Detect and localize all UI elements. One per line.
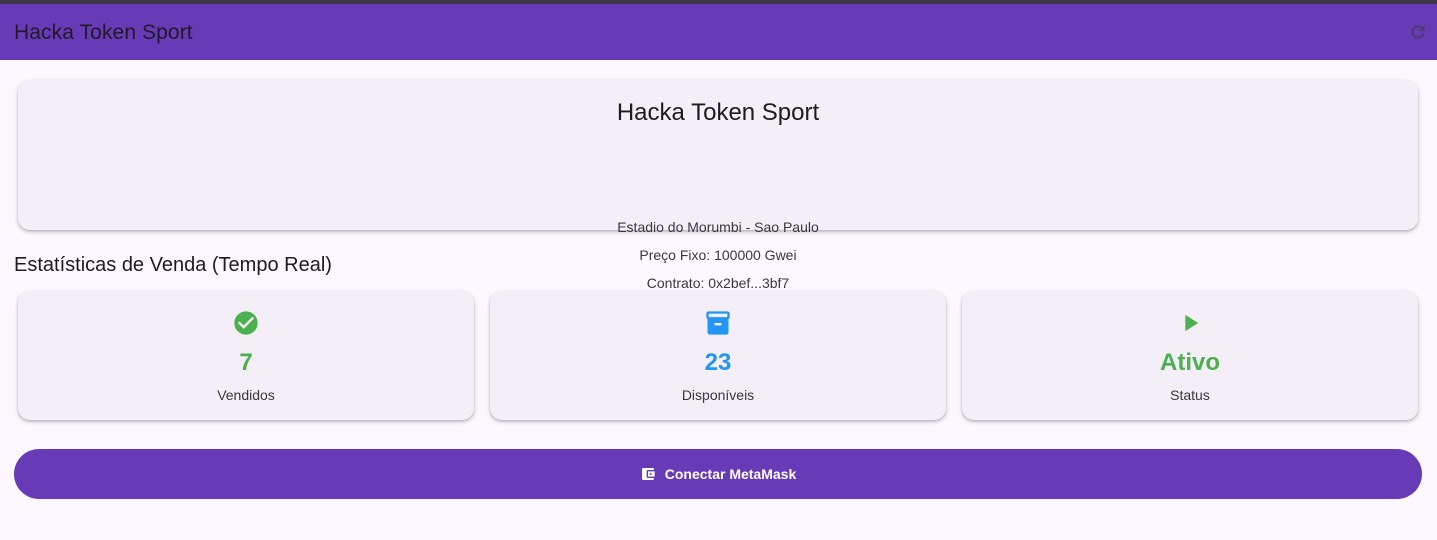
stat-value-available: 23 xyxy=(704,349,732,376)
event-contract: Contrato: 0x2bef...3bf7 xyxy=(646,275,790,291)
wallet-icon xyxy=(641,468,655,480)
stat-card-sold: 7 Vendidos xyxy=(18,291,474,420)
event-location: Estadio do Morumbi - Sao Paulo xyxy=(617,219,819,235)
stat-value-sold: 7 xyxy=(239,349,253,376)
connect-metamask-button[interactable]: Conectar MetaMask xyxy=(14,449,1422,499)
app-bar-title: Hacka Token Sport xyxy=(14,21,193,44)
inventory-box-icon xyxy=(706,311,730,335)
event-title: Hacka Token Sport xyxy=(616,99,820,126)
stat-label-available: Disponíveis xyxy=(681,387,755,403)
stat-card-available: 23 Disponíveis xyxy=(490,291,946,420)
stat-card-status: Ativo Status xyxy=(962,291,1418,420)
play-icon xyxy=(1185,314,1199,332)
check-circle-icon xyxy=(234,311,258,335)
refresh-icon[interactable] xyxy=(1408,22,1428,42)
stat-label-status: Status xyxy=(1170,387,1210,403)
connect-metamask-label: Conectar MetaMask xyxy=(664,466,797,482)
stat-label-sold: Vendidos xyxy=(217,387,275,403)
event-info-card: Hacka Token Sport Estadio do Morumbi - S… xyxy=(18,80,1418,291)
stats-section-title: Estatísticas de Venda (Tempo Real) xyxy=(14,254,332,276)
app-bar: Hacka Token Sport xyxy=(0,4,1437,60)
stat-value-status: Ativo xyxy=(1160,349,1220,376)
